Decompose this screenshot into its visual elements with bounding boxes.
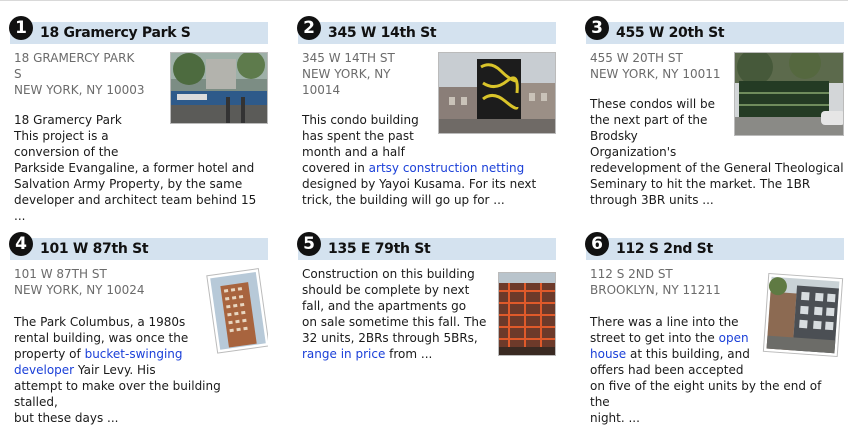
- listing-photo[interactable]: [498, 272, 556, 356]
- desc-line: month and a half: [302, 145, 405, 159]
- desc-line: designed by Yayoi Kusama. For its next: [302, 177, 537, 191]
- desc-line: trick, the building will go up for ...: [302, 193, 505, 207]
- desc-line: redevelopment of the General Theological: [590, 161, 844, 175]
- desc-line: Organization's: [590, 145, 677, 159]
- range-in-price-link[interactable]: range in price: [302, 347, 385, 361]
- desc-line: conversion of the: [14, 145, 119, 159]
- address-line: NEW YORK, NY: [302, 67, 391, 81]
- desc-text: Yair Levy. His: [74, 363, 156, 377]
- listing-title-link[interactable]: 101 W 87th St: [40, 239, 149, 259]
- listing-title-link[interactable]: 18 Gramercy Park S: [40, 23, 191, 43]
- desc-line: range in price from ...: [302, 346, 486, 362]
- desc-line: on five of the eight units by the end of…: [590, 379, 822, 409]
- desc-line: night. ...: [590, 411, 640, 425]
- top-divider: [0, 0, 848, 1]
- listing-number-badge: 1: [9, 16, 33, 40]
- desc-line: This project is a: [14, 129, 109, 143]
- artsy-construction-netting-link[interactable]: artsy construction netting: [369, 161, 525, 175]
- desc-text: covered in: [302, 161, 369, 175]
- listing-number-badge: 6: [585, 232, 609, 256]
- address-line: 455 W 20TH ST: [590, 51, 683, 65]
- listing-photo[interactable]: [206, 268, 270, 354]
- open-house-link[interactable]: open: [719, 331, 749, 345]
- address-line: NEW YORK, NY 10011: [590, 67, 721, 81]
- listing-photo[interactable]: [438, 52, 556, 134]
- listing-title-link[interactable]: 345 W 14th St: [328, 23, 437, 43]
- listing-address: 101 W 87TH ST NEW YORK, NY 10024: [14, 266, 160, 298]
- listing-address: 345 W 14TH ST NEW YORK, NY 10014: [302, 50, 448, 98]
- desc-text: property of: [14, 347, 85, 361]
- desc-line: Parkside Evangaline, a former hotel and: [14, 161, 255, 175]
- address-line: 18 GRAMERCY PARK: [14, 51, 135, 65]
- desc-line: attempt to make over the building stalle…: [14, 379, 221, 409]
- listing-address: 455 W 20TH ST NEW YORK, NY 10011: [590, 50, 736, 82]
- desc-line: Salvation Army Property, by the same: [14, 177, 243, 191]
- listing-address: 112 S 2ND ST BROOKLYN, NY 11211: [590, 266, 736, 298]
- desc-line: 32 units, 2BRs through 5BRs,: [302, 331, 478, 345]
- listing-title-link[interactable]: 455 W 20th St: [616, 23, 725, 43]
- bucket-swinging-developer-link[interactable]: developer: [14, 363, 74, 377]
- desc-line: fall, and the apartments go: [302, 299, 467, 313]
- listing-title-link[interactable]: 135 E 79th St: [328, 239, 431, 259]
- desc-line: on sale sometime this fall. The: [302, 315, 487, 329]
- listing-number-badge: 4: [9, 232, 33, 256]
- listing-description: Construction on this building should be …: [302, 266, 486, 362]
- listing-number-badge: 2: [297, 16, 321, 40]
- desc-line: but these days ...: [14, 411, 119, 425]
- desc-line: through 3BR units ...: [590, 193, 714, 207]
- desc-line: developer Yair Levy. His: [14, 362, 268, 378]
- address-line: NEW YORK, NY 10003: [14, 83, 145, 97]
- desc-line: Construction on this building: [302, 267, 475, 281]
- desc-line: should be complete by next: [302, 283, 470, 297]
- address-line: 10014: [302, 83, 341, 97]
- address-line: 101 W 87TH ST: [14, 267, 107, 281]
- desc-line: Seminary to hit the market. The 1BR: [590, 177, 811, 191]
- desc-text: at this building, and: [626, 347, 750, 361]
- listing-photo[interactable]: [762, 272, 844, 358]
- address-line: 112 S 2ND ST: [590, 267, 673, 281]
- listing-address: 18 GRAMERCY PARK S NEW YORK, NY 10003: [14, 50, 160, 98]
- listing-photo[interactable]: [734, 52, 844, 136]
- listing-number-badge: 3: [585, 16, 609, 40]
- desc-line: covered in artsy construction netting: [302, 160, 536, 176]
- open-house-link[interactable]: house: [590, 347, 626, 361]
- desc-line: developer and architect team behind 15 .…: [14, 193, 257, 223]
- bucket-swinging-developer-link[interactable]: bucket-swinging: [85, 347, 183, 361]
- desc-line: offers had been accepted: [590, 363, 744, 377]
- desc-text: from ...: [385, 347, 433, 361]
- address-line: 345 W 14TH ST: [302, 51, 395, 65]
- listing-description: 18 Gramercy Park This project is a conve…: [14, 112, 268, 224]
- address-line: NEW YORK, NY 10024: [14, 283, 145, 297]
- address-line: BROOKLYN, NY 11211: [590, 283, 721, 297]
- listing-title-link[interactable]: 112 S 2nd St: [616, 239, 713, 259]
- desc-text: street to get into the: [590, 331, 719, 345]
- address-line: S: [14, 67, 22, 81]
- listing-number-badge: 5: [297, 232, 321, 256]
- listing-photo[interactable]: [170, 52, 268, 124]
